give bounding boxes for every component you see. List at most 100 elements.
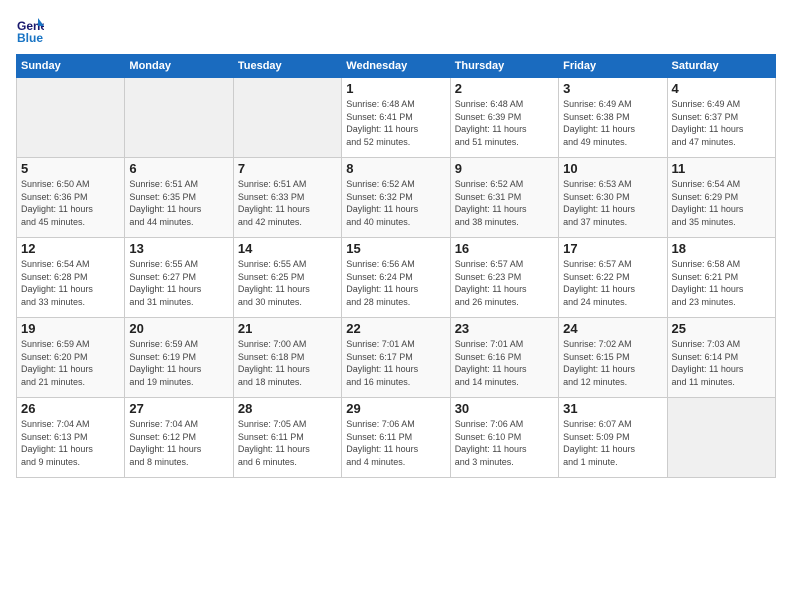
day-number: 7 xyxy=(238,161,337,176)
day-cell: 24 Sunrise: 7:02 AM Sunset: 6:15 PM Dayli… xyxy=(559,318,667,398)
day-cell: 3 Sunrise: 6:49 AM Sunset: 6:38 PM Daylig… xyxy=(559,78,667,158)
day-cell: 9 Sunrise: 6:52 AM Sunset: 6:31 PM Daylig… xyxy=(450,158,558,238)
week-row-5: 26 Sunrise: 7:04 AM Sunset: 6:13 PM Dayli… xyxy=(17,398,776,478)
day-info: Sunrise: 7:06 AM Sunset: 6:11 PM Dayligh… xyxy=(346,418,445,468)
day-info: Sunrise: 6:57 AM Sunset: 6:23 PM Dayligh… xyxy=(455,258,554,308)
day-number: 31 xyxy=(563,401,662,416)
day-cell: 7 Sunrise: 6:51 AM Sunset: 6:33 PM Daylig… xyxy=(233,158,341,238)
logo-icon: General Blue xyxy=(16,16,44,44)
day-number: 29 xyxy=(346,401,445,416)
day-number: 28 xyxy=(238,401,337,416)
day-number: 15 xyxy=(346,241,445,256)
day-number: 14 xyxy=(238,241,337,256)
day-cell: 6Sunrise: 6:51 AM Sunset: 6:35 PM Daylig… xyxy=(125,158,233,238)
day-info: Sunrise: 7:04 AM Sunset: 6:13 PM Dayligh… xyxy=(21,418,120,468)
day-info: Sunrise: 7:01 AM Sunset: 6:17 PM Dayligh… xyxy=(346,338,445,388)
day-cell: 19Sunrise: 6:59 AM Sunset: 6:20 PM Dayli… xyxy=(17,318,125,398)
day-cell: 28 Sunrise: 7:05 AM Sunset: 6:11 PM Dayli… xyxy=(233,398,341,478)
header-cell-thursday: Thursday xyxy=(450,55,558,78)
day-cell: 30 Sunrise: 7:06 AM Sunset: 6:10 PM Dayli… xyxy=(450,398,558,478)
day-info: Sunrise: 7:06 AM Sunset: 6:10 PM Dayligh… xyxy=(455,418,554,468)
day-cell: 25 Sunrise: 7:03 AM Sunset: 6:14 PM Dayli… xyxy=(667,318,775,398)
day-number: 25 xyxy=(672,321,771,336)
week-row-4: 19Sunrise: 6:59 AM Sunset: 6:20 PM Dayli… xyxy=(17,318,776,398)
calendar-table: SundayMondayTuesdayWednesdayThursdayFrid… xyxy=(16,54,776,478)
day-number: 24 xyxy=(563,321,662,336)
day-info: Sunrise: 7:02 AM Sunset: 6:15 PM Dayligh… xyxy=(563,338,662,388)
day-info: Sunrise: 6:48 AM Sunset: 6:41 PM Dayligh… xyxy=(346,98,445,148)
day-number: 26 xyxy=(21,401,120,416)
day-info: Sunrise: 6:54 AM Sunset: 6:29 PM Dayligh… xyxy=(672,178,771,228)
day-info: Sunrise: 6:53 AM Sunset: 6:30 PM Dayligh… xyxy=(563,178,662,228)
day-cell: 13Sunrise: 6:55 AM Sunset: 6:27 PM Dayli… xyxy=(125,238,233,318)
day-info: Sunrise: 6:55 AM Sunset: 6:27 PM Dayligh… xyxy=(129,258,228,308)
day-cell: 31 Sunrise: 6:07 AM Sunset: 5:09 PM Dayli… xyxy=(559,398,667,478)
day-info: Sunrise: 6:59 AM Sunset: 6:19 PM Dayligh… xyxy=(129,338,228,388)
day-cell: 15 Sunrise: 6:56 AM Sunset: 6:24 PM Dayli… xyxy=(342,238,450,318)
day-cell: 16 Sunrise: 6:57 AM Sunset: 6:23 PM Dayli… xyxy=(450,238,558,318)
day-info: Sunrise: 6:58 AM Sunset: 6:21 PM Dayligh… xyxy=(672,258,771,308)
svg-text:Blue: Blue xyxy=(17,31,43,44)
day-cell: 5 Sunrise: 6:50 AM Sunset: 6:36 PM Daylig… xyxy=(17,158,125,238)
day-number: 9 xyxy=(455,161,554,176)
header-cell-wednesday: Wednesday xyxy=(342,55,450,78)
day-cell xyxy=(125,78,233,158)
day-info: Sunrise: 6:48 AM Sunset: 6:39 PM Dayligh… xyxy=(455,98,554,148)
day-number: 19 xyxy=(21,321,120,336)
day-number: 3 xyxy=(563,81,662,96)
header-cell-saturday: Saturday xyxy=(667,55,775,78)
header-row: SundayMondayTuesdayWednesdayThursdayFrid… xyxy=(17,55,776,78)
week-row-3: 12Sunrise: 6:54 AM Sunset: 6:28 PM Dayli… xyxy=(17,238,776,318)
day-cell xyxy=(233,78,341,158)
day-cell: 27 Sunrise: 7:04 AM Sunset: 6:12 PM Dayli… xyxy=(125,398,233,478)
day-info: Sunrise: 6:50 AM Sunset: 6:36 PM Dayligh… xyxy=(21,178,120,228)
day-info: Sunrise: 7:01 AM Sunset: 6:16 PM Dayligh… xyxy=(455,338,554,388)
day-info: Sunrise: 7:04 AM Sunset: 6:12 PM Dayligh… xyxy=(129,418,228,468)
day-number: 21 xyxy=(238,321,337,336)
day-info: Sunrise: 7:05 AM Sunset: 6:11 PM Dayligh… xyxy=(238,418,337,468)
day-number: 1 xyxy=(346,81,445,96)
day-cell xyxy=(667,398,775,478)
day-info: Sunrise: 6:52 AM Sunset: 6:32 PM Dayligh… xyxy=(346,178,445,228)
day-number: 11 xyxy=(672,161,771,176)
day-cell: 14 Sunrise: 6:55 AM Sunset: 6:25 PM Dayli… xyxy=(233,238,341,318)
day-cell: 18Sunrise: 6:58 AM Sunset: 6:21 PM Dayli… xyxy=(667,238,775,318)
day-cell xyxy=(17,78,125,158)
day-info: Sunrise: 6:07 AM Sunset: 5:09 PM Dayligh… xyxy=(563,418,662,468)
day-cell: 17Sunrise: 6:57 AM Sunset: 6:22 PM Dayli… xyxy=(559,238,667,318)
logo: General Blue xyxy=(16,16,46,44)
day-info: Sunrise: 6:55 AM Sunset: 6:25 PM Dayligh… xyxy=(238,258,337,308)
day-cell: 2 Sunrise: 6:48 AM Sunset: 6:39 PM Daylig… xyxy=(450,78,558,158)
day-number: 8 xyxy=(346,161,445,176)
day-number: 30 xyxy=(455,401,554,416)
day-number: 22 xyxy=(346,321,445,336)
day-number: 16 xyxy=(455,241,554,256)
day-number: 6 xyxy=(129,161,228,176)
day-number: 5 xyxy=(21,161,120,176)
header-cell-monday: Monday xyxy=(125,55,233,78)
day-info: Sunrise: 6:49 AM Sunset: 6:37 PM Dayligh… xyxy=(672,98,771,148)
day-info: Sunrise: 7:00 AM Sunset: 6:18 PM Dayligh… xyxy=(238,338,337,388)
week-row-1: 1 Sunrise: 6:48 AM Sunset: 6:41 PM Daylig… xyxy=(17,78,776,158)
day-cell: 20Sunrise: 6:59 AM Sunset: 6:19 PM Dayli… xyxy=(125,318,233,398)
day-cell: 21 Sunrise: 7:00 AM Sunset: 6:18 PM Dayli… xyxy=(233,318,341,398)
day-number: 27 xyxy=(129,401,228,416)
header-cell-tuesday: Tuesday xyxy=(233,55,341,78)
day-number: 10 xyxy=(563,161,662,176)
day-info: Sunrise: 6:56 AM Sunset: 6:24 PM Dayligh… xyxy=(346,258,445,308)
day-info: Sunrise: 6:49 AM Sunset: 6:38 PM Dayligh… xyxy=(563,98,662,148)
day-info: Sunrise: 6:52 AM Sunset: 6:31 PM Dayligh… xyxy=(455,178,554,228)
day-info: Sunrise: 6:51 AM Sunset: 6:33 PM Dayligh… xyxy=(238,178,337,228)
day-info: Sunrise: 7:03 AM Sunset: 6:14 PM Dayligh… xyxy=(672,338,771,388)
day-cell: 23Sunrise: 7:01 AM Sunset: 6:16 PM Dayli… xyxy=(450,318,558,398)
day-number: 17 xyxy=(563,241,662,256)
page-header: General Blue xyxy=(16,16,776,44)
day-cell: 26 Sunrise: 7:04 AM Sunset: 6:13 PM Dayli… xyxy=(17,398,125,478)
day-number: 2 xyxy=(455,81,554,96)
day-cell: 11 Sunrise: 6:54 AM Sunset: 6:29 PM Dayli… xyxy=(667,158,775,238)
day-cell: 4Sunrise: 6:49 AM Sunset: 6:37 PM Daylig… xyxy=(667,78,775,158)
day-cell: 1 Sunrise: 6:48 AM Sunset: 6:41 PM Daylig… xyxy=(342,78,450,158)
day-number: 12 xyxy=(21,241,120,256)
day-cell: 22 Sunrise: 7:01 AM Sunset: 6:17 PM Dayli… xyxy=(342,318,450,398)
day-cell: 10 Sunrise: 6:53 AM Sunset: 6:30 PM Dayli… xyxy=(559,158,667,238)
